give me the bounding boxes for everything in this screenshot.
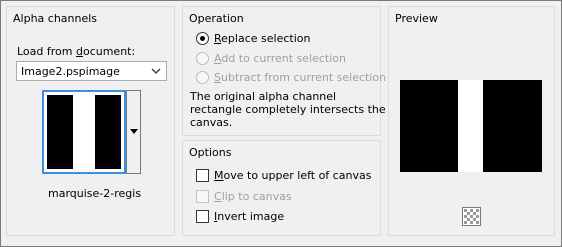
- document-dropdown-value: Image2.pspimage: [21, 65, 120, 78]
- checkerboard-icon: [464, 209, 479, 224]
- caret-down-icon: [130, 129, 138, 134]
- clip-rest: lip to canvas: [221, 189, 292, 203]
- load-label-text-a: Load from: [17, 45, 76, 58]
- replace-selection-radio[interactable]: Replace selection: [196, 31, 310, 45]
- move-upper-left-label: Move to upper left of canvas: [214, 169, 371, 182]
- alpha-channel-thumbnail[interactable]: [42, 90, 126, 174]
- transparency-toggle-button[interactable]: [462, 207, 481, 226]
- replace-rest: eplace selection: [221, 31, 311, 45]
- invert-image-checkbox[interactable]: Invert image: [196, 209, 284, 223]
- move-accel: M: [214, 168, 224, 182]
- checkbox-box: [196, 168, 209, 182]
- intersect-message-line3: canvas.: [190, 116, 233, 129]
- clip-to-canvas-checkbox[interactable]: Clip to canvas: [196, 189, 292, 203]
- chevron-down-icon: [151, 68, 161, 74]
- add-selection-label: Add to current selection: [214, 52, 346, 65]
- preview-title: Preview: [395, 12, 438, 25]
- subtract-selection-label: Subtract from current selection: [214, 71, 386, 84]
- clip-to-canvas-label: Clip to canvas: [214, 190, 292, 203]
- load-label-accel: d: [75, 45, 83, 58]
- thumbnail-dropdown-button[interactable]: [126, 90, 141, 174]
- checkbox-box: [196, 189, 209, 203]
- radio-dot: [196, 51, 209, 65]
- load-from-document-label: Load from document:: [17, 45, 135, 58]
- subtract-selection-radio[interactable]: Subtract from current selection: [196, 70, 386, 84]
- radio-dot: [196, 70, 209, 84]
- clip-accel: C: [214, 189, 222, 203]
- invert-image-label: Invert image: [214, 210, 284, 223]
- options-title: Options: [189, 146, 232, 159]
- load-label-text-b: ocument:: [82, 45, 136, 58]
- invert-rest: nvert image: [217, 209, 285, 223]
- add-selection-radio[interactable]: Add to current selection: [196, 51, 346, 65]
- alpha-channels-title: Alpha channels: [13, 12, 98, 25]
- move-rest: ove to upper left of canvas: [223, 168, 372, 182]
- replace-selection-label: Replace selection: [214, 32, 310, 45]
- subtract-rest: ubtract from current selection: [220, 70, 387, 84]
- add-rest: dd to current selection: [221, 51, 346, 65]
- preview-image: [400, 80, 542, 172]
- document-dropdown[interactable]: Image2.pspimage: [16, 61, 167, 81]
- operation-title: Operation: [189, 12, 244, 25]
- subtract-accel: S: [214, 70, 221, 84]
- channel-name-label: marquise-2-regis: [48, 187, 142, 200]
- intersect-message-line1: The original alpha channel: [190, 90, 337, 103]
- checkbox-box: [196, 209, 209, 223]
- intersect-message-line2: rectangle completely intersects the: [190, 103, 386, 116]
- move-upper-left-checkbox[interactable]: Move to upper left of canvas: [196, 168, 371, 182]
- radio-dot-selected: [196, 31, 209, 45]
- alpha-thumbnail-image: [47, 95, 121, 169]
